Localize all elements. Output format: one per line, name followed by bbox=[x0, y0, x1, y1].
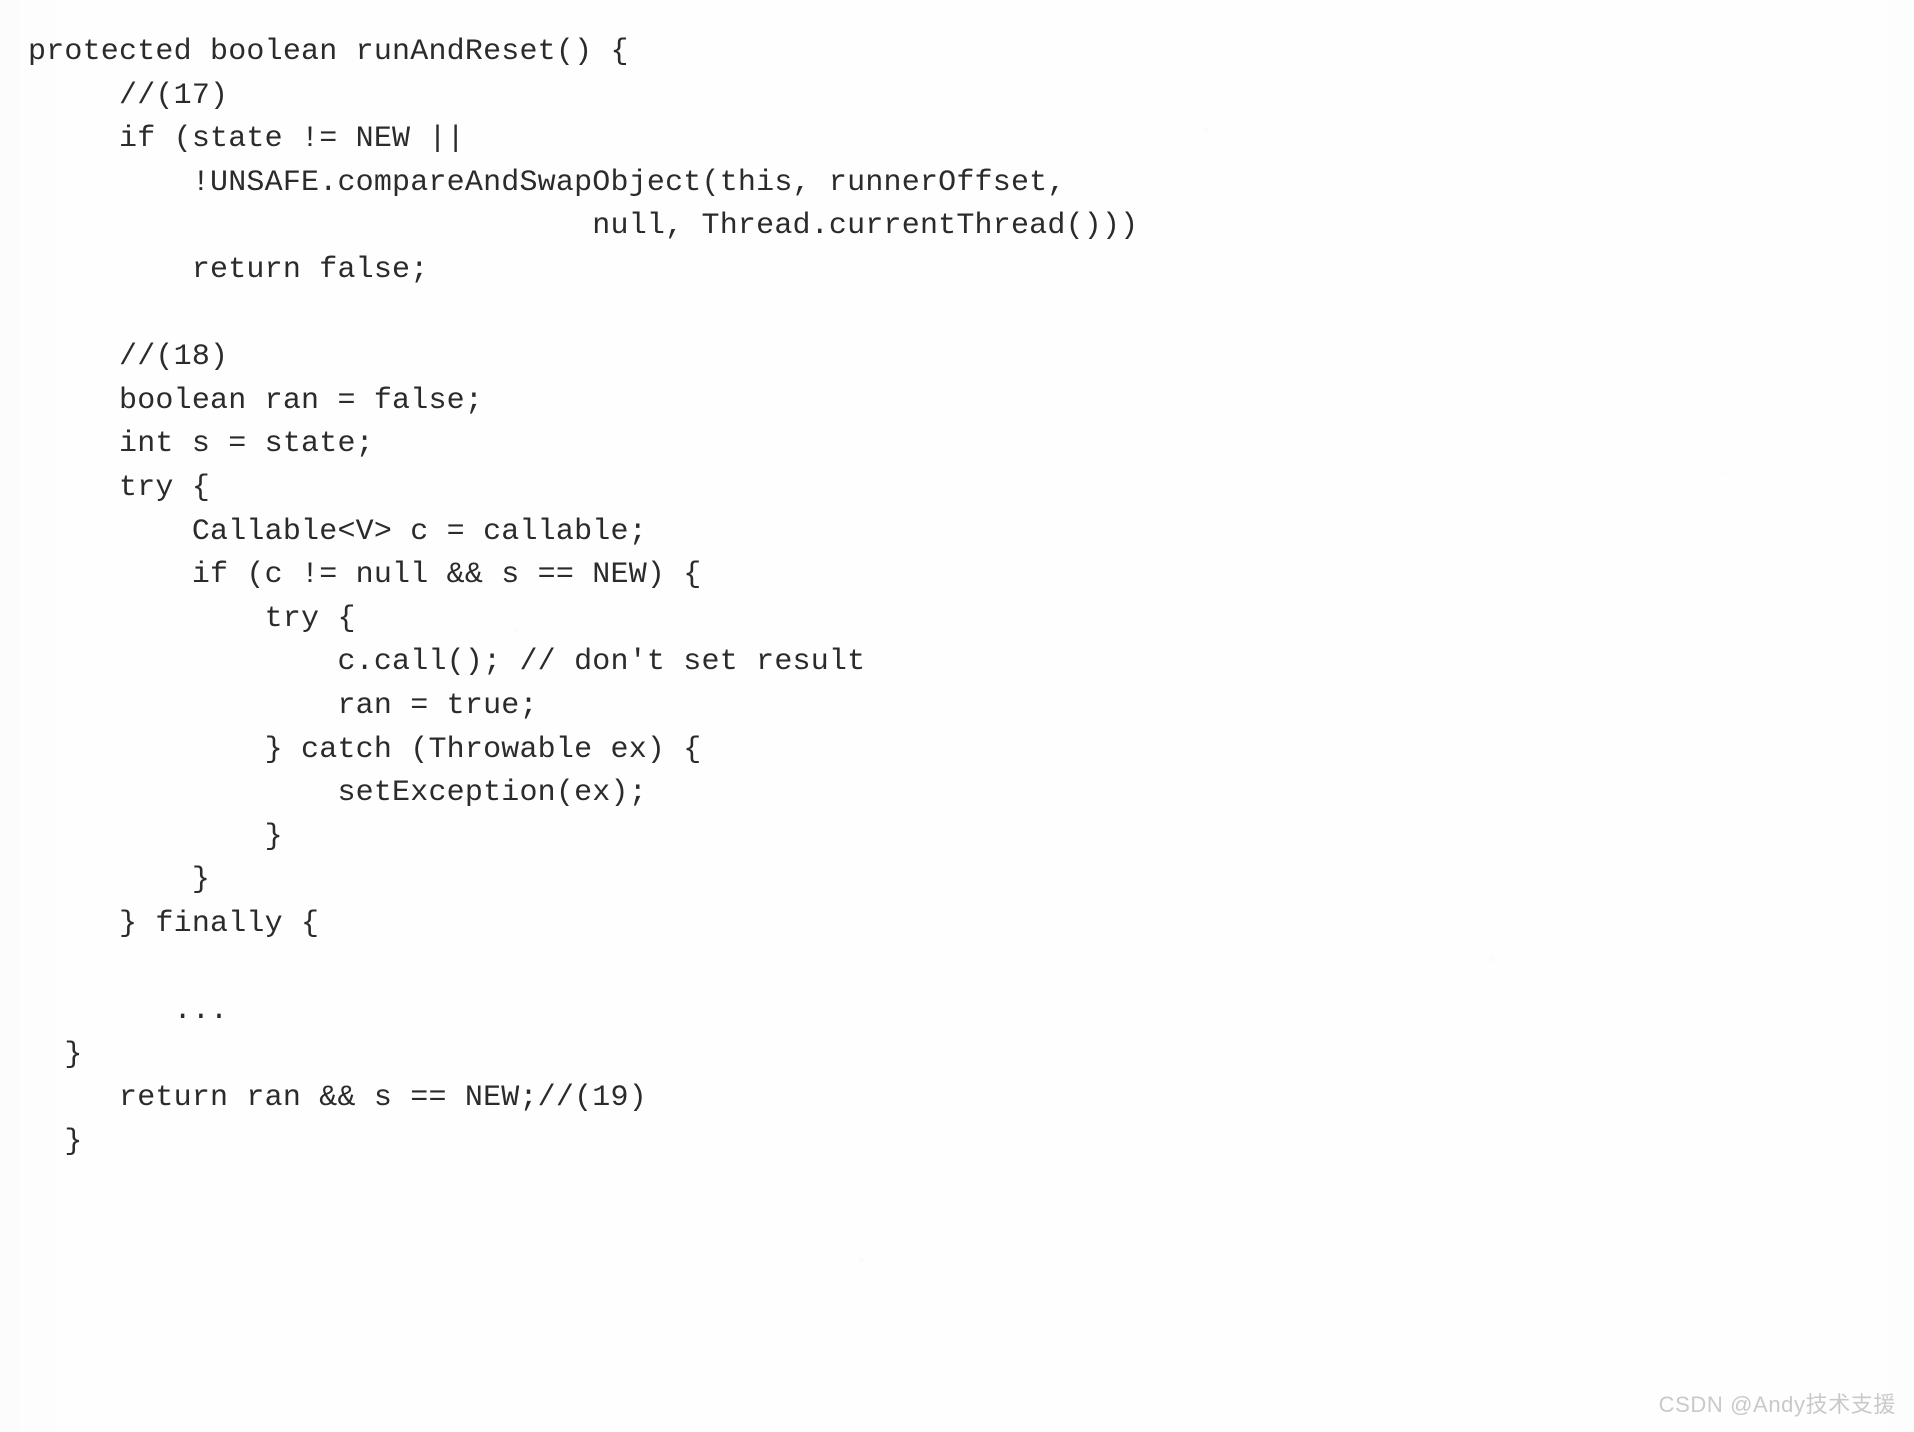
code-line: } catch (Throwable ex) { bbox=[28, 732, 702, 767]
code-line: null, Thread.currentThread())) bbox=[28, 209, 1139, 244]
code-line: } bbox=[28, 863, 211, 898]
code-listing: protected boolean runAndReset() { //(17)… bbox=[0, 13, 1914, 1164]
code-line: boolean ran = false; bbox=[28, 383, 484, 418]
code-line: protected boolean runAndReset() { bbox=[28, 35, 629, 69]
code-line: int s = state; bbox=[28, 427, 374, 462]
code-line: if (state != NEW || bbox=[28, 122, 465, 157]
code-line: !UNSAFE.compareAndSwapObject(this, runne… bbox=[28, 165, 1066, 200]
code-line: //(18) bbox=[28, 340, 229, 375]
code-line: try { bbox=[28, 601, 356, 636]
code-line: } bbox=[28, 819, 283, 854]
code-line: setException(ex); bbox=[28, 776, 647, 811]
code-line: return false; bbox=[28, 252, 429, 287]
code-line: } bbox=[28, 1124, 83, 1159]
code-line: return ran && s == NEW;//(19) bbox=[28, 1081, 647, 1116]
code-line: c.call(); // don't set result bbox=[28, 645, 866, 680]
code-line: //(17) bbox=[28, 78, 229, 113]
code-line: ... bbox=[28, 994, 229, 1029]
code-line: if (c != null && s == NEW) { bbox=[28, 558, 702, 593]
code-line: } bbox=[28, 1037, 83, 1072]
code-line: Callable<V> c = callable; bbox=[28, 514, 647, 549]
code-line: try { bbox=[28, 470, 211, 505]
code-line: ran = true; bbox=[28, 688, 538, 723]
document-page: protected boolean runAndReset() { //(17)… bbox=[0, 0, 1914, 1432]
csdn-watermark: CSDN @Andy技术支援 bbox=[1658, 1392, 1896, 1417]
code-line: } finally { bbox=[28, 906, 320, 941]
